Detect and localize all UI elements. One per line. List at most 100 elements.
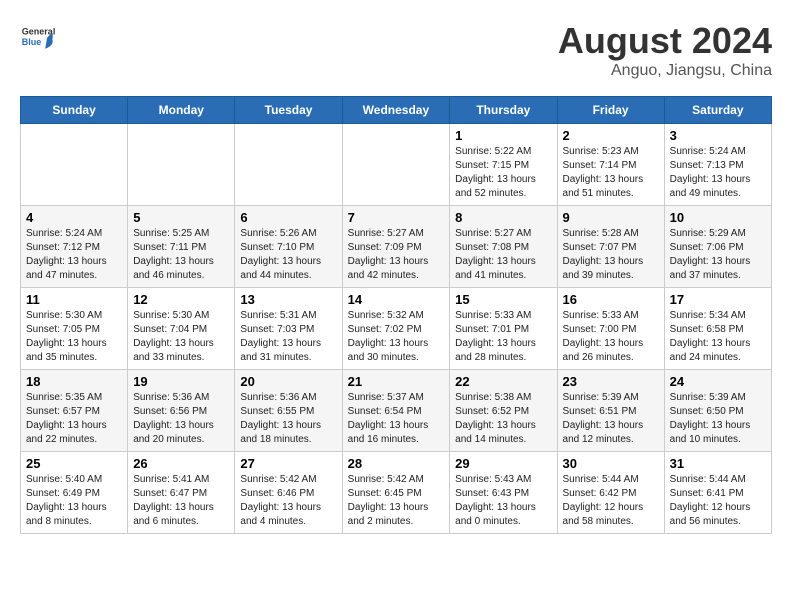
day-info: Sunrise: 5:44 AM Sunset: 6:42 PM Dayligh…	[563, 473, 659, 529]
calendar-cell: 24 Sunrise: 5:39 AM Sunset: 6:50 PM Dayli…	[664, 370, 771, 452]
day-info: Sunrise: 5:27 AM Sunset: 7:09 PM Dayligh…	[348, 227, 445, 283]
day-info: Sunrise: 5:30 AM Sunset: 7:04 PM Dayligh…	[133, 309, 229, 365]
calendar-cell: 22 Sunrise: 5:38 AM Sunset: 6:52 PM Dayli…	[450, 370, 557, 452]
day-number: 25	[26, 456, 122, 471]
calendar-cell	[342, 124, 450, 206]
day-number: 12	[133, 292, 229, 307]
location: Anguo, Jiangsu, China	[558, 62, 772, 80]
day-number: 11	[26, 292, 122, 307]
week-row-4: 18Sunrise: 5:35 AM Sunset: 6:57 PM Dayli…	[21, 370, 772, 452]
day-number: 5	[133, 210, 229, 225]
day-number: 9	[563, 210, 659, 225]
day-info: Sunrise: 5:39 AM Sunset: 6:50 PM Dayligh…	[670, 391, 766, 447]
week-row-1: 1 Sunrise: 5:22 AM Sunset: 7:15 PM Daylig…	[21, 124, 772, 206]
day-number: 16	[563, 292, 659, 307]
day-info: Sunrise: 5:33 AM Sunset: 7:00 PM Dayligh…	[563, 309, 659, 365]
day-info: Sunrise: 5:42 AM Sunset: 6:46 PM Dayligh…	[240, 473, 336, 529]
month-title: August 2024	[558, 20, 772, 62]
day-info: Sunrise: 5:38 AM Sunset: 6:52 PM Dayligh…	[455, 391, 551, 447]
weekday-friday: Friday	[557, 97, 664, 124]
day-number: 27	[240, 456, 336, 471]
calendar-cell: 18Sunrise: 5:35 AM Sunset: 6:57 PM Dayli…	[21, 370, 128, 452]
calendar-cell: 17Sunrise: 5:34 AM Sunset: 6:58 PM Dayli…	[664, 288, 771, 370]
day-info: Sunrise: 5:36 AM Sunset: 6:55 PM Dayligh…	[240, 391, 336, 447]
weekday-monday: Monday	[128, 97, 235, 124]
weekday-saturday: Saturday	[664, 97, 771, 124]
weekday-sunday: Sunday	[21, 97, 128, 124]
day-number: 30	[563, 456, 659, 471]
calendar-cell: 7Sunrise: 5:27 AM Sunset: 7:09 PM Daylig…	[342, 206, 450, 288]
day-number: 14	[348, 292, 445, 307]
day-info: Sunrise: 5:39 AM Sunset: 6:51 PM Dayligh…	[563, 391, 659, 447]
calendar-cell: 3Sunrise: 5:24 AM Sunset: 7:13 PM Daylig…	[664, 124, 771, 206]
calendar-cell: 26 Sunrise: 5:41 AM Sunset: 6:47 PM Dayli…	[128, 452, 235, 534]
day-number: 28	[348, 456, 445, 471]
calendar-cell: 25 Sunrise: 5:40 AM Sunset: 6:49 PM Dayli…	[21, 452, 128, 534]
day-info: Sunrise: 5:43 AM Sunset: 6:43 PM Dayligh…	[455, 473, 551, 529]
day-number: 23	[563, 374, 659, 389]
calendar-cell: 27 Sunrise: 5:42 AM Sunset: 6:46 PM Dayli…	[235, 452, 342, 534]
day-info: Sunrise: 5:41 AM Sunset: 6:47 PM Dayligh…	[133, 473, 229, 529]
weekday-thursday: Thursday	[450, 97, 557, 124]
calendar-cell	[235, 124, 342, 206]
calendar-cell: 9 Sunrise: 5:28 AM Sunset: 7:07 PM Daylig…	[557, 206, 664, 288]
calendar-table: SundayMondayTuesdayWednesdayThursdayFrid…	[20, 96, 772, 534]
calendar-cell	[128, 124, 235, 206]
calendar-cell	[21, 124, 128, 206]
day-info: Sunrise: 5:36 AM Sunset: 6:56 PM Dayligh…	[133, 391, 229, 447]
calendar-cell: 21Sunrise: 5:37 AM Sunset: 6:54 PM Dayli…	[342, 370, 450, 452]
calendar-cell: 28 Sunrise: 5:42 AM Sunset: 6:45 PM Dayli…	[342, 452, 450, 534]
day-info: Sunrise: 5:42 AM Sunset: 6:45 PM Dayligh…	[348, 473, 445, 529]
calendar-cell: 5 Sunrise: 5:25 AM Sunset: 7:11 PM Daylig…	[128, 206, 235, 288]
svg-text:Blue: Blue	[22, 37, 42, 47]
day-number: 8	[455, 210, 551, 225]
day-info: Sunrise: 5:23 AM Sunset: 7:14 PM Dayligh…	[563, 145, 659, 201]
day-info: Sunrise: 5:22 AM Sunset: 7:15 PM Dayligh…	[455, 145, 551, 201]
weekday-wednesday: Wednesday	[342, 97, 450, 124]
day-number: 20	[240, 374, 336, 389]
calendar-cell: 23 Sunrise: 5:39 AM Sunset: 6:51 PM Dayli…	[557, 370, 664, 452]
day-info: Sunrise: 5:40 AM Sunset: 6:49 PM Dayligh…	[26, 473, 122, 529]
day-number: 31	[670, 456, 766, 471]
day-number: 1	[455, 128, 551, 143]
calendar-cell: 14 Sunrise: 5:32 AM Sunset: 7:02 PM Dayli…	[342, 288, 450, 370]
calendar-body: 1 Sunrise: 5:22 AM Sunset: 7:15 PM Daylig…	[21, 124, 772, 534]
day-number: 19	[133, 374, 229, 389]
day-info: Sunrise: 5:29 AM Sunset: 7:06 PM Dayligh…	[670, 227, 766, 283]
calendar-cell: 16 Sunrise: 5:33 AM Sunset: 7:00 PM Dayli…	[557, 288, 664, 370]
title-area: August 2024 Anguo, Jiangsu, China	[558, 20, 772, 80]
calendar-cell: 29Sunrise: 5:43 AM Sunset: 6:43 PM Dayli…	[450, 452, 557, 534]
day-number: 2	[563, 128, 659, 143]
day-info: Sunrise: 5:27 AM Sunset: 7:08 PM Dayligh…	[455, 227, 551, 283]
day-number: 21	[348, 374, 445, 389]
day-info: Sunrise: 5:26 AM Sunset: 7:10 PM Dayligh…	[240, 227, 336, 283]
calendar-cell: 31 Sunrise: 5:44 AM Sunset: 6:41 PM Dayli…	[664, 452, 771, 534]
day-info: Sunrise: 5:33 AM Sunset: 7:01 PM Dayligh…	[455, 309, 551, 365]
day-number: 24	[670, 374, 766, 389]
calendar-cell: 10Sunrise: 5:29 AM Sunset: 7:06 PM Dayli…	[664, 206, 771, 288]
calendar-cell: 4 Sunrise: 5:24 AM Sunset: 7:12 PM Daylig…	[21, 206, 128, 288]
day-info: Sunrise: 5:24 AM Sunset: 7:13 PM Dayligh…	[670, 145, 766, 201]
day-info: Sunrise: 5:44 AM Sunset: 6:41 PM Dayligh…	[670, 473, 766, 529]
week-row-2: 4 Sunrise: 5:24 AM Sunset: 7:12 PM Daylig…	[21, 206, 772, 288]
calendar-cell: 2 Sunrise: 5:23 AM Sunset: 7:14 PM Daylig…	[557, 124, 664, 206]
calendar-cell: 11Sunrise: 5:30 AM Sunset: 7:05 PM Dayli…	[21, 288, 128, 370]
week-row-3: 11Sunrise: 5:30 AM Sunset: 7:05 PM Dayli…	[21, 288, 772, 370]
day-number: 22	[455, 374, 551, 389]
day-info: Sunrise: 5:24 AM Sunset: 7:12 PM Dayligh…	[26, 227, 122, 283]
day-number: 26	[133, 456, 229, 471]
day-info: Sunrise: 5:34 AM Sunset: 6:58 PM Dayligh…	[670, 309, 766, 365]
calendar-cell: 8 Sunrise: 5:27 AM Sunset: 7:08 PM Daylig…	[450, 206, 557, 288]
day-number: 4	[26, 210, 122, 225]
day-info: Sunrise: 5:31 AM Sunset: 7:03 PM Dayligh…	[240, 309, 336, 365]
day-info: Sunrise: 5:25 AM Sunset: 7:11 PM Dayligh…	[133, 227, 229, 283]
calendar-cell: 1 Sunrise: 5:22 AM Sunset: 7:15 PM Daylig…	[450, 124, 557, 206]
day-info: Sunrise: 5:28 AM Sunset: 7:07 PM Dayligh…	[563, 227, 659, 283]
logo-icon: General Blue	[20, 20, 56, 56]
weekday-tuesday: Tuesday	[235, 97, 342, 124]
calendar-cell: 15Sunrise: 5:33 AM Sunset: 7:01 PM Dayli…	[450, 288, 557, 370]
calendar-cell: 13Sunrise: 5:31 AM Sunset: 7:03 PM Dayli…	[235, 288, 342, 370]
weekday-header-row: SundayMondayTuesdayWednesdayThursdayFrid…	[21, 97, 772, 124]
day-info: Sunrise: 5:32 AM Sunset: 7:02 PM Dayligh…	[348, 309, 445, 365]
calendar-cell: 19 Sunrise: 5:36 AM Sunset: 6:56 PM Dayli…	[128, 370, 235, 452]
